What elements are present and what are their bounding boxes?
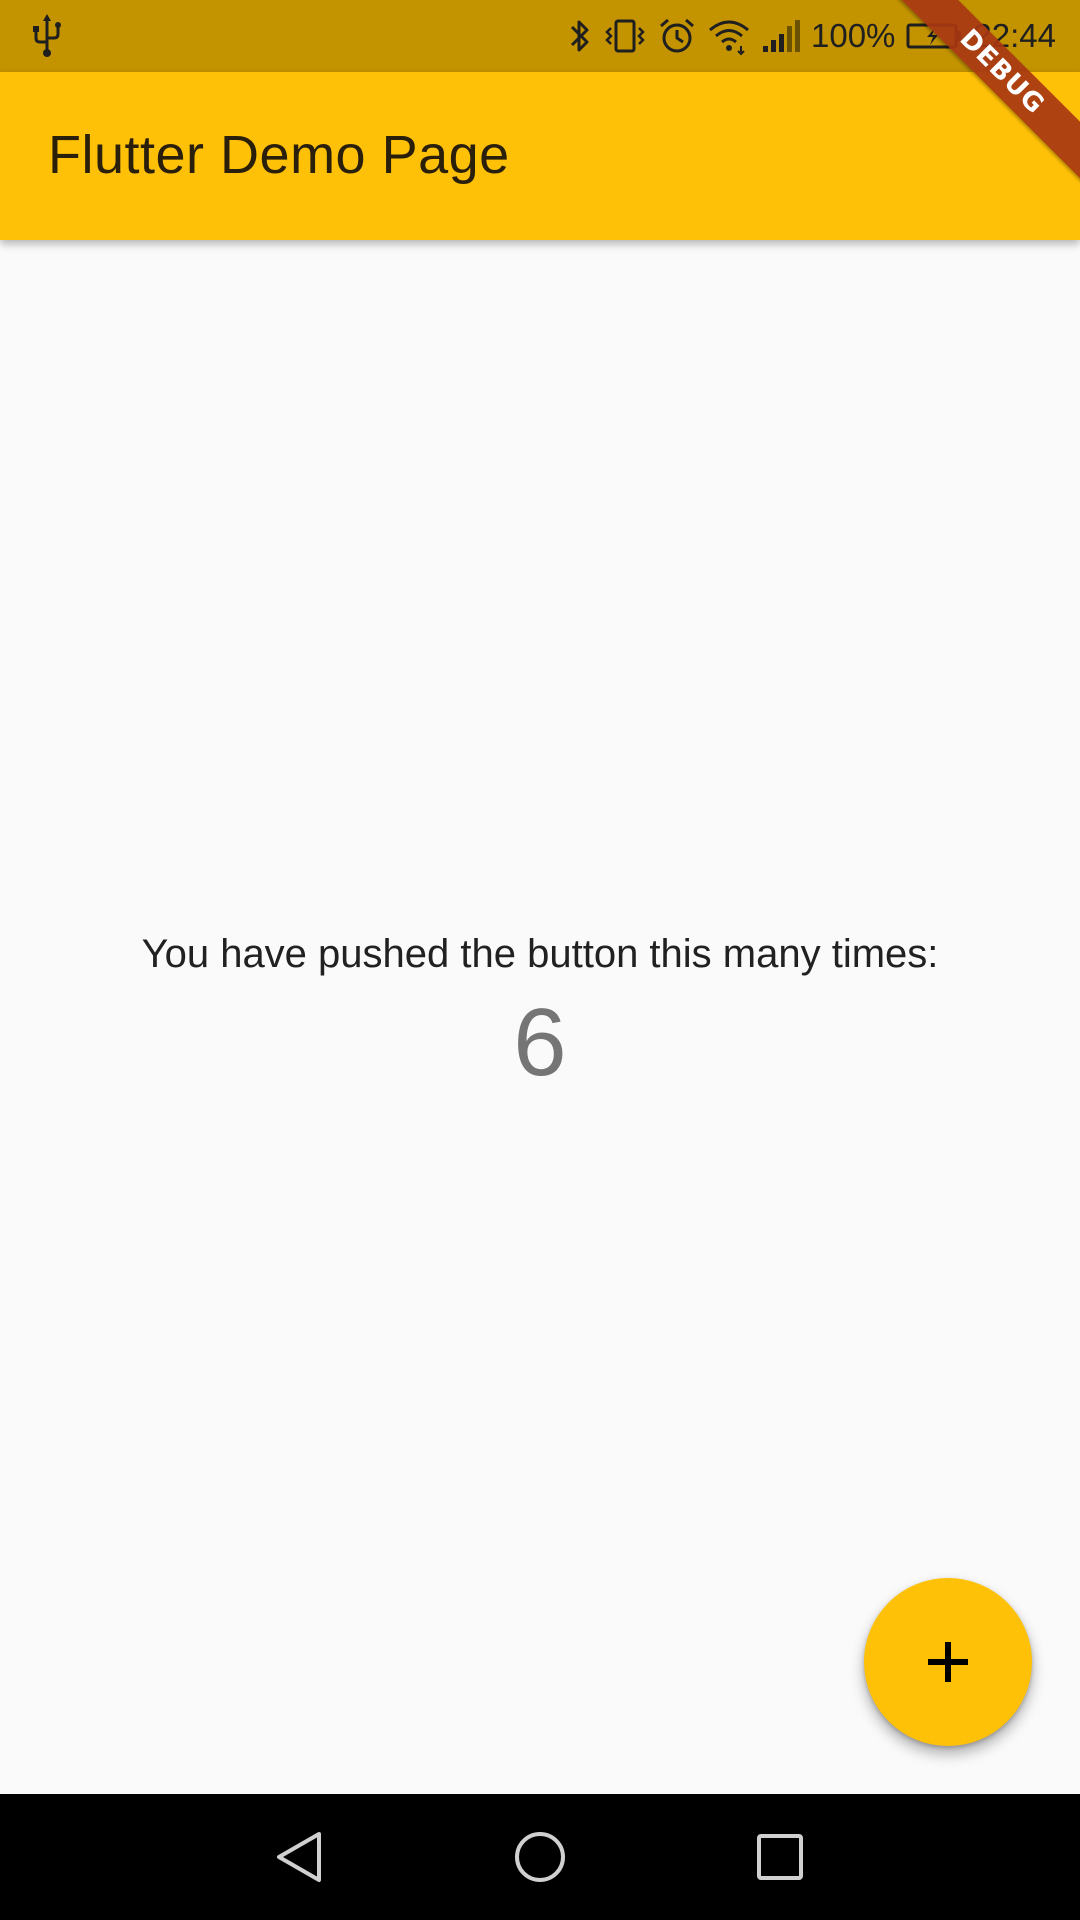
navigation-bar	[0, 1794, 1080, 1920]
screen: 100% 22:44 Flutter Demo Page DEBUG You h…	[0, 0, 1080, 1920]
battery-percent: 100%	[811, 17, 896, 54]
bluetooth-icon	[570, 20, 589, 52]
back-icon	[277, 1832, 321, 1882]
alarm-icon	[660, 18, 694, 53]
status-icons: 100% 22:44	[567, 0, 1056, 72]
signal-icon	[763, 20, 800, 52]
vibrate-icon	[605, 19, 645, 53]
counter-message: You have pushed the button this many tim…	[141, 932, 939, 976]
plus-icon	[928, 1642, 968, 1682]
increment-button[interactable]	[864, 1578, 1032, 1746]
status-bar: 100% 22:44	[0, 0, 1080, 72]
counter-value: 6	[513, 989, 567, 1096]
main-content: You have pushed the button this many tim…	[0, 240, 1080, 1794]
wifi-icon	[709, 20, 749, 56]
back-button[interactable]	[264, 1822, 334, 1892]
app-bar: Flutter Demo Page	[0, 72, 1080, 240]
home-icon	[515, 1832, 565, 1882]
clock: 22:44	[973, 17, 1056, 54]
page-title: Flutter Demo Page	[48, 125, 510, 185]
home-button[interactable]	[505, 1822, 575, 1892]
usb-icon	[33, 14, 61, 57]
battery-charging-icon	[906, 23, 962, 49]
recents-icon	[757, 1834, 803, 1880]
recents-button[interactable]	[745, 1822, 815, 1892]
